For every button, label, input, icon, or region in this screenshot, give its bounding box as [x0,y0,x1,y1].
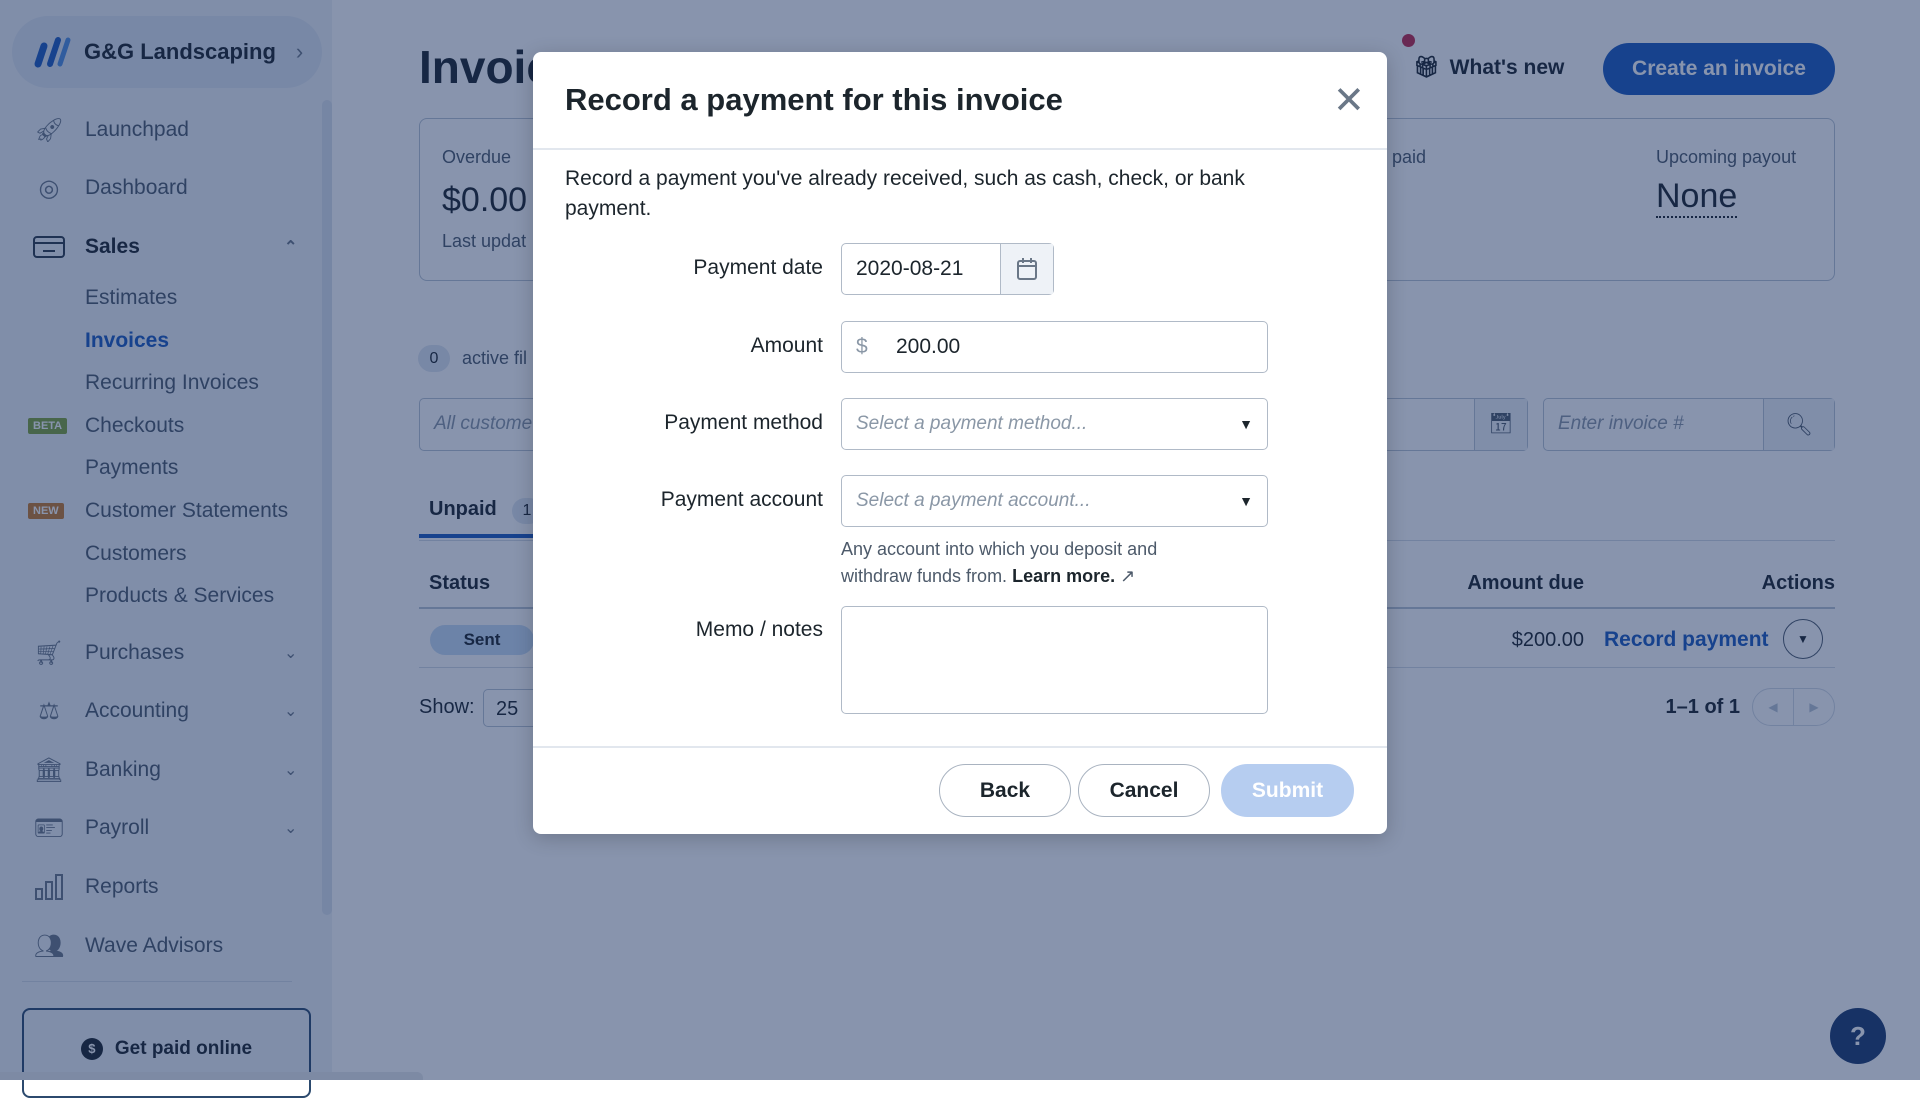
payment-account-placeholder: Select a payment account... [856,490,1091,511]
divider [533,746,1387,748]
close-icon[interactable]: ✕ [1333,82,1365,120]
memo-textarea[interactable] [841,606,1268,714]
cancel-button[interactable]: Cancel [1078,764,1210,817]
learn-more-link[interactable]: Learn more. [1012,566,1115,586]
payment-account-label: Payment account [660,488,823,511]
payment-method-label: Payment method [664,411,823,434]
payment-method-placeholder: Select a payment method... [856,413,1088,434]
submit-button[interactable]: Submit [1221,764,1354,817]
modal-title: Record a payment for this invoice [565,82,1063,117]
divider [533,148,1387,150]
amount-input[interactable]: $200.00 [841,321,1268,373]
amount-value: 200.00 [896,335,961,358]
calendar-icon[interactable] [1000,244,1053,294]
memo-label: Memo / notes [695,618,823,641]
payment-date-input[interactable]: 2020-08-21 [841,243,1054,295]
caret-down-icon: ▼ [1239,416,1253,432]
currency-symbol: $ [856,335,868,358]
payment-date-label: Payment date [693,256,823,279]
record-payment-modal: Record a payment for this invoice ✕ Reco… [533,52,1387,834]
payment-account-select[interactable]: Select a payment account... ▼ [841,475,1268,527]
external-link-icon: ↗ [1120,566,1136,586]
caret-down-icon: ▼ [1239,493,1253,509]
payment-account-help: Any account into which you deposit and w… [841,536,1221,590]
back-button[interactable]: Back [939,764,1071,817]
modal-description: Record a payment you've already received… [565,167,1245,220]
payment-date-value: 2020-08-21 [856,257,964,280]
payment-method-select[interactable]: Select a payment method... ▼ [841,398,1268,450]
amount-label: Amount [750,334,823,357]
